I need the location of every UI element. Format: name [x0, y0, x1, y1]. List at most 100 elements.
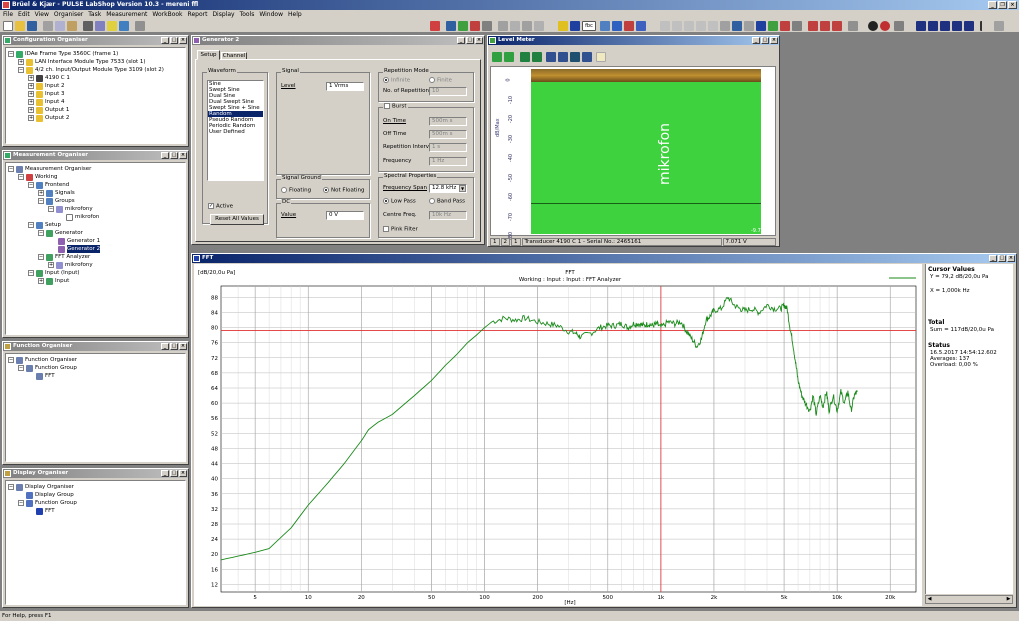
calibrate-icon[interactable]: [848, 21, 858, 31]
tree-item-setup[interactable]: − Setup: [28, 221, 61, 229]
scroll-left-icon[interactable]: ◀: [926, 596, 933, 603]
scroll-right-icon[interactable]: ▶: [1005, 596, 1012, 603]
expand-icon[interactable]: +: [28, 75, 34, 81]
tree-item-output-2[interactable]: + Output 2: [28, 114, 69, 122]
template-icon[interactable]: [482, 21, 492, 31]
band-pass-radio[interactable]: Band Pass: [429, 198, 465, 205]
maximize-button[interactable]: □: [170, 37, 178, 44]
display-icon[interactable]: [612, 21, 622, 31]
fft-plot-area[interactable]: 88 84 80 76 72 68 64 60 56 52 48 44 40 36 32 28 24 20 16 12…: [194, 264, 922, 606]
tree-item-signals[interactable]: + Signals: [38, 189, 75, 197]
tree-item-display-function-group[interactable]: − Function Group: [18, 499, 77, 507]
reset-all-values-button[interactable]: Reset All Values: [210, 214, 264, 225]
start-icon[interactable]: [570, 21, 580, 31]
new-file-icon[interactable]: [3, 21, 13, 31]
minimize-button[interactable]: _: [457, 37, 465, 44]
wizard-icon[interactable]: [792, 21, 802, 31]
close-button[interactable]: ×: [179, 152, 187, 159]
marker-2-icon[interactable]: [820, 21, 830, 31]
record-circle-icon[interactable]: [880, 21, 890, 31]
menu-view[interactable]: View: [35, 10, 49, 19]
tree-item-generator-1[interactable]: Generator 1: [58, 237, 100, 245]
tree-item-display-group[interactable]: Display Group: [26, 491, 74, 499]
maximize-button[interactable]: □: [170, 152, 178, 159]
cursor-2-icon[interactable]: [672, 21, 682, 31]
meter-hold-icon[interactable]: [546, 52, 556, 62]
minimize-button[interactable]: _: [161, 470, 169, 477]
no-of-repetitions-input[interactable]: 10: [429, 87, 467, 96]
tree-item-groups[interactable]: − Groups: [38, 197, 75, 205]
activate-icon[interactable]: [458, 21, 468, 31]
dc-value-input[interactable]: 0 V: [326, 211, 364, 220]
copy-graph-icon[interactable]: [744, 21, 754, 31]
channel-icon[interactable]: [636, 21, 646, 31]
tree-item-input-input[interactable]: − Input (Input): [28, 269, 80, 277]
menu-measurement[interactable]: Measurement: [106, 10, 147, 19]
open-folder-icon[interactable]: [15, 21, 25, 31]
minimize-button[interactable]: _: [161, 343, 169, 350]
infinite-radio[interactable]: Infinite: [383, 77, 410, 84]
tree-item-lan-module[interactable]: + LAN Interface Module Type 7533 (slot 1): [18, 58, 146, 66]
finite-radio[interactable]: Finite: [429, 77, 452, 84]
fbc-icon[interactable]: fbc: [582, 21, 596, 31]
tree-item-generator-2[interactable]: Generator 2: [58, 245, 101, 253]
overlay-icon[interactable]: [780, 21, 790, 31]
collapse-icon[interactable]: −: [8, 51, 14, 57]
low-pass-radio[interactable]: Low Pass: [383, 198, 416, 205]
export-icon[interactable]: [732, 21, 742, 31]
menu-help[interactable]: Help: [288, 10, 302, 19]
frequency-input[interactable]: 1 Hz: [429, 157, 467, 166]
collapse-icon[interactable]: −: [28, 222, 34, 228]
close-button[interactable]: ×: [179, 343, 187, 350]
menu-display[interactable]: Display: [212, 10, 234, 19]
marker-3-icon[interactable]: [832, 21, 842, 31]
tree-item-frame[interactable]: − IDAe Frame Type 3560C (frame 1): [8, 50, 118, 58]
tree-item-fft-analyzer[interactable]: − FFT Analyzer: [38, 253, 90, 261]
organiser-icon[interactable]: [498, 21, 508, 31]
channels-4-icon[interactable]: [952, 21, 962, 31]
expand-icon[interactable]: +: [28, 107, 34, 113]
record-icon[interactable]: [624, 21, 634, 31]
layout-icon[interactable]: [510, 21, 520, 31]
expand-icon[interactable]: +: [28, 91, 34, 97]
tree-item-output-1[interactable]: + Output 1: [28, 106, 69, 114]
meter-reset-icon[interactable]: [582, 52, 592, 62]
minimize-button[interactable]: _: [161, 37, 169, 44]
burst-checkbox[interactable]: Burst: [383, 103, 408, 110]
menu-edit[interactable]: Edit: [18, 10, 30, 19]
meter-peak-icon[interactable]: [532, 52, 542, 62]
tree-item-input-4[interactable]: + Input 4: [28, 98, 65, 106]
repetition-interval-input[interactable]: 1 s: [429, 143, 467, 152]
tile-icon[interactable]: [534, 21, 544, 31]
meter-channels-icon[interactable]: [558, 52, 568, 62]
centre-freq-input[interactable]: 10k Hz: [429, 211, 467, 220]
off-time-input[interactable]: 500m s: [429, 130, 467, 139]
analyzer-icon[interactable]: [600, 21, 610, 31]
cursor-4-icon[interactable]: [696, 21, 706, 31]
maximize-button[interactable]: □: [466, 37, 474, 44]
restore-button[interactable]: ❐: [998, 1, 1007, 9]
tree-item-measurement-organiser[interactable]: − Measurement Organiser: [8, 165, 91, 173]
measure-icon[interactable]: [470, 21, 480, 31]
expand-icon[interactable]: +: [28, 99, 34, 105]
minimize-button[interactable]: _: [989, 255, 997, 262]
channels-2-icon[interactable]: [928, 21, 938, 31]
frequency-span-select[interactable]: 12.8 kHz ▼: [429, 184, 467, 193]
split-icon[interactable]: [994, 21, 1004, 31]
tree-item-display-organiser[interactable]: − Display Organiser: [8, 483, 74, 491]
menu-tools[interactable]: Tools: [240, 10, 255, 19]
grid-icon[interactable]: [522, 21, 532, 31]
tree-item-input-2[interactable]: + Input 2: [28, 82, 65, 90]
tree-item-input-3[interactable]: + Input 3: [28, 90, 65, 98]
meter-settings-icon[interactable]: [492, 52, 502, 62]
meter-grid-icon[interactable]: [570, 52, 580, 62]
not-floating-radio[interactable]: Not Floating: [323, 187, 364, 194]
level-input[interactable]: 1 Vrms: [326, 82, 364, 91]
bitmap-icon[interactable]: [894, 21, 904, 31]
on-time-input[interactable]: 500m s: [429, 117, 467, 126]
tree-item-fft-display[interactable]: FFT: [36, 507, 55, 515]
menu-workbook[interactable]: WorkBook: [152, 10, 182, 19]
graph-icon[interactable]: [756, 21, 766, 31]
collapse-icon[interactable]: −: [38, 254, 44, 260]
tree-item-fft-function[interactable]: FFT: [36, 372, 55, 380]
